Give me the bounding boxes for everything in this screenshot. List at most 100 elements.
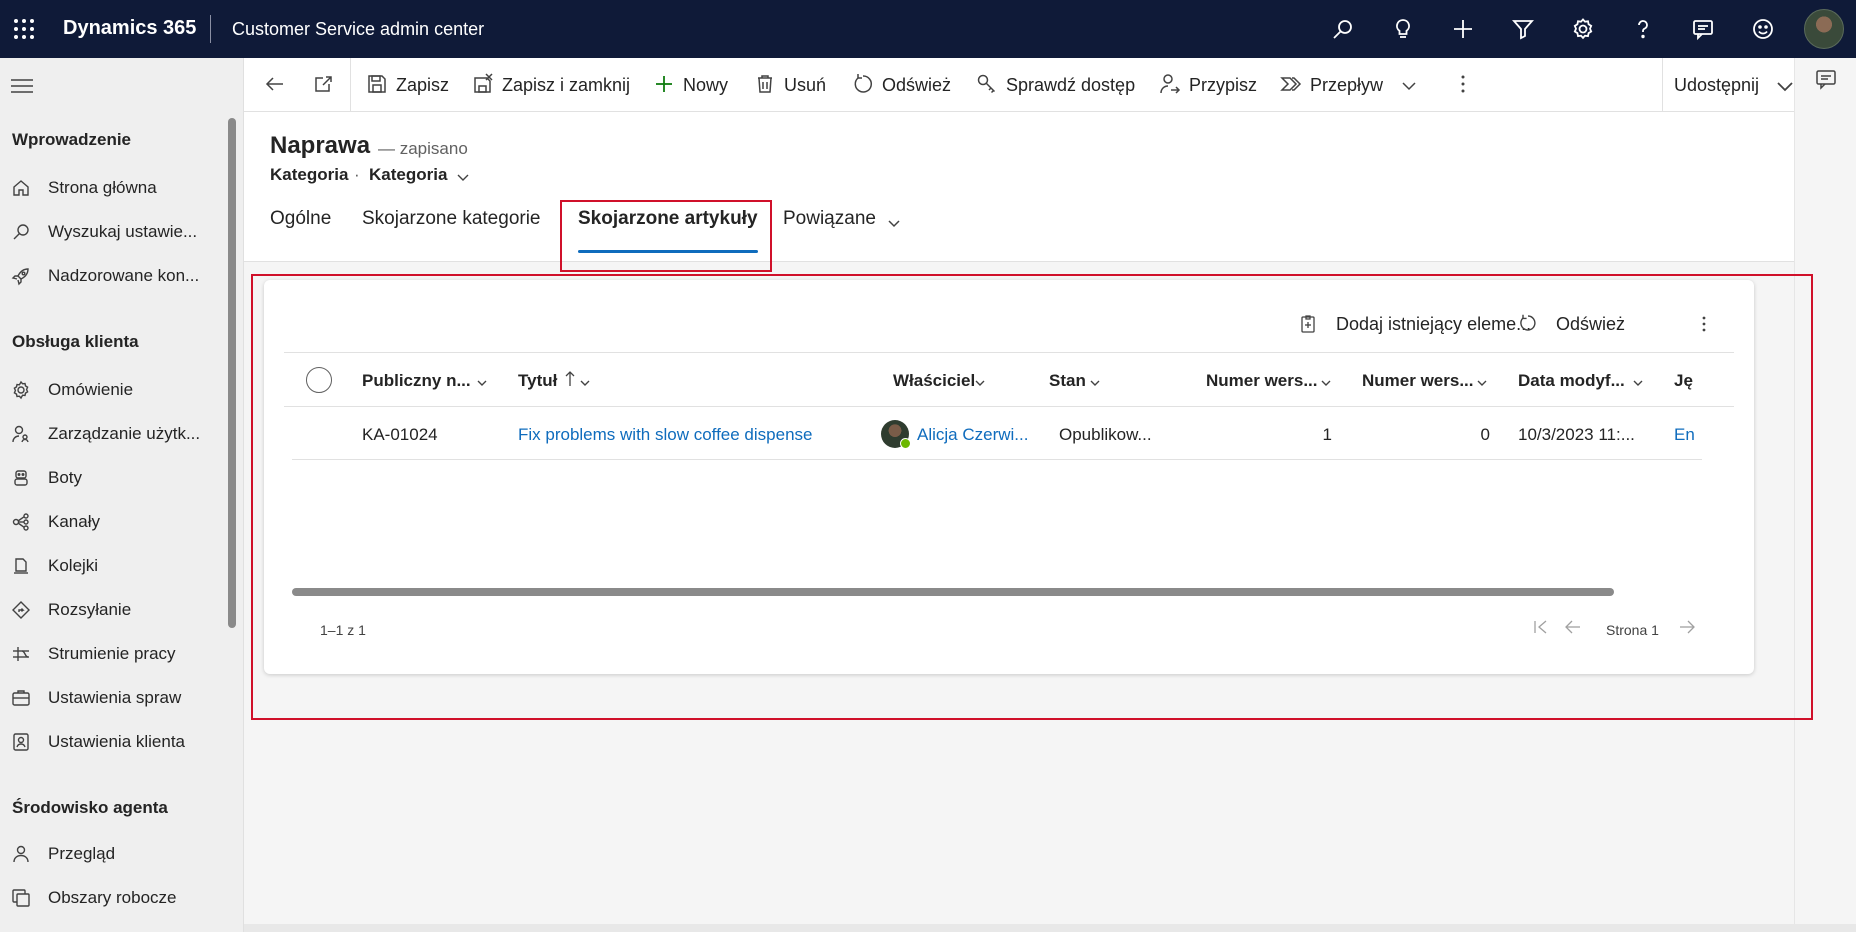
flow-dropdown-button[interactable] (1398, 58, 1418, 112)
sidebar-item-label: Obszary robocze (48, 888, 177, 907)
sidebar-item-label: Kanały (48, 512, 100, 531)
brand-name[interactable]: Dynamics 365 (63, 17, 196, 40)
key-icon (976, 73, 998, 95)
command-bar: Zapisz Zapisz i zamknij Nowy Usuń Odświe… (244, 58, 1794, 112)
feedback-icon[interactable] (1691, 17, 1715, 41)
save-icon (366, 73, 388, 95)
tab-related-categories[interactable]: Skojarzone kategorie (362, 208, 541, 230)
header-separator: · (354, 165, 360, 184)
sidebar-item-guided-setup[interactable]: Nadzorowane kon... (0, 256, 226, 296)
sidebar-item-label: Strumienie pracy (48, 644, 176, 663)
sidebar-item-agent-overview[interactable]: Przegląd (0, 834, 226, 874)
app-launcher-icon[interactable] (12, 17, 36, 41)
user-avatar[interactable] (1804, 9, 1844, 49)
save-close-icon (472, 73, 494, 95)
check-access-label: Sprawdź dostęp (1006, 75, 1136, 95)
section-title-getting-started: Wprowadzenie (12, 130, 132, 149)
assign-person-icon (1159, 73, 1181, 95)
new-label: Nowy (683, 75, 729, 95)
sidebar-item-label: Wyszukaj ustawie... (48, 222, 198, 241)
more-commands-button[interactable] (1452, 58, 1476, 112)
sidebar-scrollbar[interactable] (228, 118, 236, 628)
save-button[interactable]: Zapisz (366, 58, 456, 112)
tab-general[interactable]: Ogólne (270, 208, 331, 230)
section-title-agent-experience: Środowisko agenta (12, 798, 168, 817)
entity-name: Kategoria (270, 165, 349, 184)
save-and-close-button[interactable]: Zapisz i zamknij (472, 58, 632, 112)
assign-label: Przypisz (1189, 75, 1258, 95)
sidebar-item-bots[interactable]: Boty (0, 458, 226, 498)
chevron-down-icon (1398, 75, 1420, 97)
hamburger-menu-icon[interactable] (11, 78, 33, 94)
sidebar-item-label: Przegląd (48, 844, 116, 863)
form-header: Naprawa — zapisano Kategoria · Kategoria… (244, 112, 1794, 262)
workspaces-icon (11, 888, 31, 908)
assign-button[interactable]: Przypisz (1159, 58, 1269, 112)
person-icon (11, 844, 31, 864)
search-icon[interactable] (1331, 17, 1355, 41)
people-icon (11, 424, 31, 444)
sidebar-item-label: Omówienie (48, 380, 134, 399)
open-in-new-window-button[interactable] (312, 58, 342, 112)
save-label: Zapisz (396, 75, 450, 95)
queue-icon (11, 556, 31, 576)
sidebar-item-workstreams[interactable]: Strumienie pracy (0, 634, 226, 674)
case-settings-icon (11, 688, 31, 708)
sidebar-item-label: Kolejki (48, 556, 99, 575)
plus-icon (653, 73, 675, 95)
tab-related[interactable]: Powiązane (783, 208, 876, 230)
more-vertical-icon (1452, 73, 1474, 95)
sidebar: Wprowadzenie Strona główna Wyszukaj usta… (0, 58, 244, 932)
settings-icon (11, 380, 31, 400)
sidebar-item-channels[interactable]: Kanały (0, 502, 226, 542)
back-button[interactable] (264, 58, 294, 112)
sidebar-item-customer-settings[interactable]: Ustawienia klienta (0, 722, 226, 762)
flow-label: Przepływ (1310, 75, 1384, 95)
sidebar-item-label: Strona główna (48, 178, 157, 197)
sidebar-item-routing[interactable]: Rozsyłanie (0, 590, 226, 630)
check-access-button[interactable]: Sprawdź dostęp (976, 58, 1136, 112)
home-icon (11, 178, 31, 198)
section-title-customer-support: Obsługa klienta (12, 332, 139, 351)
workstream-icon (11, 644, 31, 664)
refresh-button[interactable]: Odśwież (852, 58, 952, 112)
delete-label: Usuń (784, 75, 827, 95)
new-button[interactable]: Nowy (653, 58, 733, 112)
smiley-icon[interactable] (1751, 17, 1775, 41)
channels-icon (11, 512, 31, 532)
rocket-icon (11, 266, 31, 286)
sidebar-item-label: Zarządzanie użytk... (48, 424, 201, 443)
chevron-down-icon (1774, 75, 1793, 92)
plus-icon[interactable] (1451, 17, 1475, 41)
help-icon[interactable] (1631, 17, 1655, 41)
share-button[interactable]: Udostępnij (1674, 58, 1793, 112)
app-name[interactable]: Customer Service admin center (232, 19, 484, 40)
brand-divider (210, 15, 211, 43)
command-divider (1662, 58, 1663, 112)
sidebar-item-home[interactable]: Strona główna (0, 168, 226, 208)
save-status: — zapisano (378, 139, 468, 158)
filter-icon[interactable] (1511, 17, 1535, 41)
subgrid-highlight-box (251, 274, 1813, 720)
sidebar-item-label: Ustawienia spraw (48, 688, 182, 707)
popout-icon (312, 73, 334, 95)
sidebar-item-workspaces[interactable]: Obszary robocze (0, 878, 226, 918)
delete-button[interactable]: Usuń (754, 58, 827, 112)
chat-icon[interactable] (1815, 68, 1837, 90)
record-title: Naprawa (270, 132, 371, 159)
lightbulb-icon[interactable] (1391, 17, 1415, 41)
sidebar-item-case-settings[interactable]: Ustawienia spraw (0, 678, 226, 718)
trash-icon (754, 73, 776, 95)
chevron-down-icon[interactable] (886, 215, 902, 231)
sidebar-item-label: Boty (48, 468, 83, 487)
sidebar-item-queues[interactable]: Kolejki (0, 546, 226, 586)
refresh-label: Odśwież (882, 75, 952, 95)
tab-highlight-box (560, 200, 772, 272)
sidebar-item-overview[interactable]: Omówienie (0, 370, 226, 410)
save-and-close-label: Zapisz i zamknij (502, 75, 631, 95)
settings-icon[interactable] (1571, 17, 1595, 41)
form-selector[interactable]: Kategoria (369, 165, 447, 185)
sidebar-item-search-settings[interactable]: Wyszukaj ustawie... (0, 212, 226, 252)
chevron-down-icon[interactable] (456, 170, 470, 184)
sidebar-item-user-management[interactable]: Zarządzanie użytk... (0, 414, 226, 454)
